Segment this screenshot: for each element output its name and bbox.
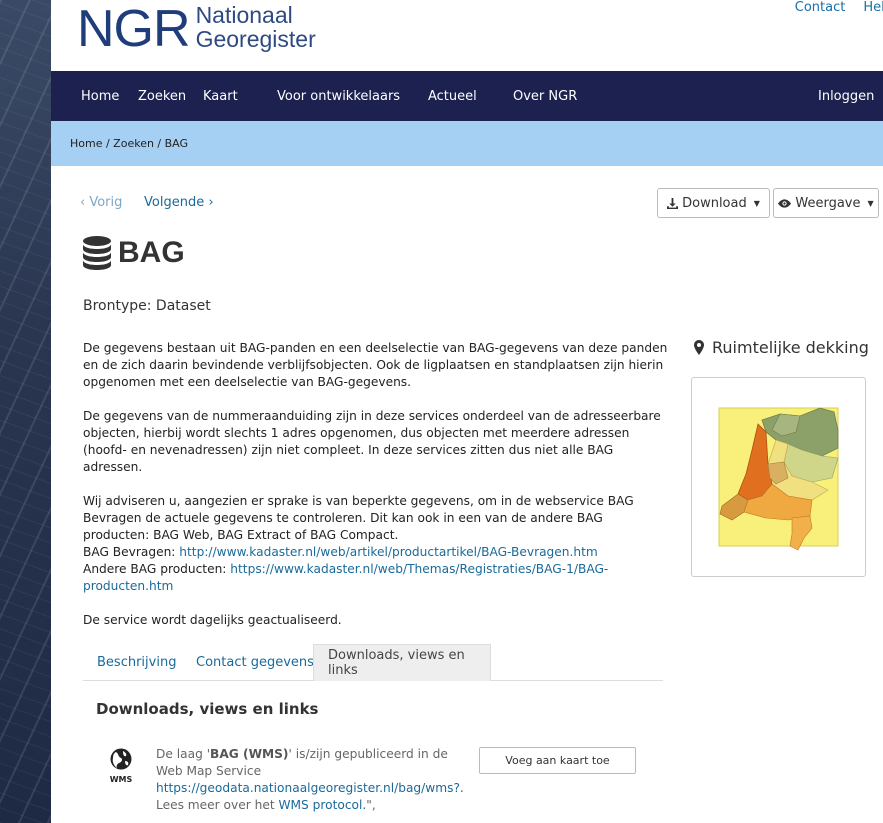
help-link[interactable]: Help: [863, 0, 883, 15]
tab-downloads[interactable]: Downloads, views en links: [313, 644, 491, 681]
nav-inloggen[interactable]: Inloggen: [818, 89, 874, 104]
wms-label: WMS: [109, 775, 133, 784]
database-icon: [83, 236, 111, 270]
add-to-map-button[interactable]: Voeg aan kaart toe: [479, 747, 636, 774]
andere-line: Andere BAG producten: https://www.kadast…: [83, 561, 668, 595]
download-button[interactable]: Download ▼: [657, 188, 770, 218]
globe-icon: [110, 748, 132, 770]
nav-kaart[interactable]: Kaart: [203, 89, 238, 104]
bevragen-line: BAG Bevragen: http://www.kadaster.nl/web…: [83, 544, 668, 561]
wms-url-link[interactable]: https://geodata.nationaalgeoregister.nl/…: [156, 781, 464, 795]
description-text: Wij adviseren u, aangezien er sprake is …: [83, 494, 634, 542]
background-image: [0, 0, 51, 823]
download-label: Download: [682, 195, 747, 211]
bevragen-label: BAG Bevragen:: [83, 545, 180, 559]
description: De gegevens bestaan uit BAG-panden en ee…: [83, 340, 668, 646]
logo-line1: Nationaal: [195, 2, 293, 28]
brontype: Brontype: Dataset: [83, 298, 211, 314]
bevragen-link[interactable]: http://www.kadaster.nl/web/artikel/produ…: [179, 545, 597, 559]
page-title: BAG: [118, 236, 185, 269]
description-paragraph: De gegevens van de nummeraanduiding zijn…: [83, 409, 661, 474]
breadcrumb: Home / Zoeken / BAG: [51, 121, 883, 166]
eye-icon: [778, 198, 792, 208]
dataset-header: BAG: [82, 236, 185, 270]
nav-voor-ontwikkelaars[interactable]: Voor ontwikkelaars: [277, 89, 400, 104]
next-label: Volgende: [144, 195, 205, 210]
more-suffix: ",: [366, 798, 376, 812]
map-marker-icon: [694, 340, 704, 355]
coverage-map[interactable]: [691, 377, 866, 577]
prev-link[interactable]: ‹ Vorig: [80, 195, 122, 210]
tab-bar: Beschrijving Contact gegevens Downloads,…: [83, 644, 663, 681]
main-nav: Home Zoeken Kaart Voor ontwikkelaars Act…: [51, 71, 883, 121]
next-link[interactable]: Volgende ›: [144, 195, 214, 210]
view-button[interactable]: Weergave ▼: [773, 188, 879, 218]
page: NGR Nationaal Georegister Contact Help H…: [51, 0, 883, 823]
layer-name: BAG (WMS): [210, 747, 289, 761]
wms-badge: WMS: [108, 748, 134, 784]
caret-down-icon: ▼: [867, 198, 874, 208]
wms-text-prefix: De laag ': [156, 747, 211, 761]
downloads-heading: Downloads, views en links: [96, 700, 319, 718]
chevron-right-icon: ›: [204, 195, 214, 210]
spatial-heading: Ruimtelijke dekking: [694, 338, 869, 357]
andere-label: Andere BAG producten:: [83, 562, 231, 576]
logo-line2: Georegister: [195, 26, 316, 52]
nav-zoeken[interactable]: Zoeken: [138, 89, 186, 104]
ngr-logo[interactable]: NGR Nationaal Georegister: [77, 0, 316, 58]
wms-description: De laag 'BAG (WMS)' is/zijn gepubliceerd…: [156, 746, 466, 814]
description-paragraph: De gegevens bestaan uit BAG-panden en ee…: [83, 341, 668, 389]
tab-contact-gegevens[interactable]: Contact gegevens: [196, 644, 314, 681]
logo-abbr: NGR: [77, 0, 191, 58]
chevron-left-icon: ‹: [80, 195, 90, 210]
prev-label: Vorig: [89, 195, 123, 210]
caret-down-icon: ▼: [753, 198, 760, 208]
top-links: Contact Help: [795, 0, 883, 15]
logo-text: Nationaal Georegister: [196, 3, 316, 51]
description-paragraph: Wij adviseren u, aangezien er sprake is …: [83, 493, 668, 544]
description-paragraph: De service wordt dagelijks geactualiseer…: [83, 613, 342, 627]
nav-over-ngr[interactable]: Over NGR: [513, 89, 577, 104]
wms-protocol-link[interactable]: WMS protocol.: [278, 798, 366, 812]
netherlands-map-image: [718, 407, 839, 551]
nav-actueel[interactable]: Actueel: [428, 89, 477, 104]
more-prefix: Lees meer over het: [156, 798, 279, 812]
view-label: Weergave: [795, 195, 861, 211]
header: NGR Nationaal Georegister Contact Help: [51, 0, 883, 71]
contact-link[interactable]: Contact: [795, 0, 846, 15]
nav-home[interactable]: Home: [81, 89, 119, 104]
download-icon: [667, 197, 679, 209]
spatial-title: Ruimtelijke dekking: [712, 338, 869, 357]
tab-beschrijving[interactable]: Beschrijving: [97, 644, 176, 681]
